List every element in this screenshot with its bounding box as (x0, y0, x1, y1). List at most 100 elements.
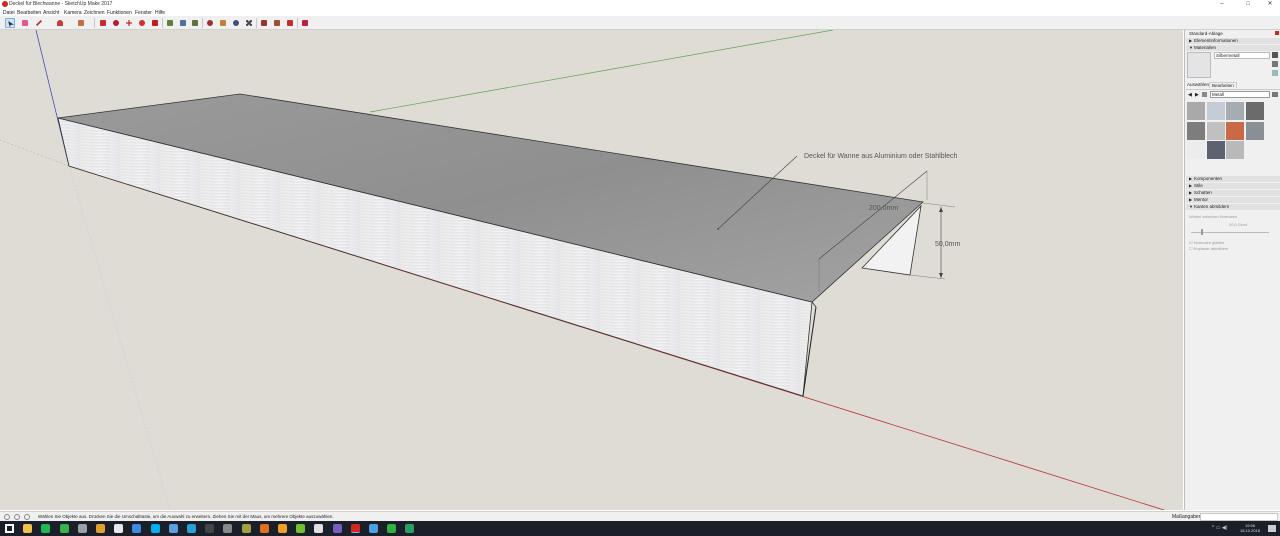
app-orange2-icon[interactable] (278, 524, 287, 533)
warehouse-button[interactable] (259, 18, 269, 28)
measurements-label: Maßangaben (1172, 514, 1202, 520)
details-icon[interactable] (1272, 92, 1278, 97)
line-tool-button[interactable] (34, 18, 44, 28)
app-orange-icon[interactable] (259, 524, 269, 533)
file-explorer-icon[interactable] (23, 524, 33, 533)
toolbar-separator (256, 18, 257, 28)
material-name-field[interactable]: Silbermetall (1214, 52, 1270, 59)
material-swatch[interactable] (1245, 102, 1264, 120)
app-lime-icon[interactable] (296, 524, 306, 533)
app-gray-icon[interactable] (77, 524, 87, 533)
material-swatch[interactable] (1187, 141, 1205, 159)
offset-tool-button[interactable] (111, 18, 121, 28)
orbit-tool-icon (207, 20, 213, 26)
select-tool-button[interactable] (5, 18, 15, 28)
width-dimension-text[interactable]: 200,0mm (869, 205, 898, 212)
tray-section-4[interactable]: ▼Kanten abmildern (1186, 204, 1280, 210)
material-swatch[interactable] (1226, 141, 1244, 159)
material-swatch[interactable] (1245, 121, 1264, 140)
measurements-input[interactable] (1200, 513, 1278, 521)
tray-section-1[interactable]: ▶ Stile (1186, 183, 1280, 189)
smooth-normals-checkbox[interactable]: ☑ Normalen glätten (1189, 240, 1224, 245)
zoom-extents-tool-button[interactable] (244, 18, 254, 28)
material-swatch[interactable] (1206, 102, 1225, 120)
notification-icon[interactable] (1268, 525, 1276, 532)
app-white-icon[interactable] (314, 524, 324, 533)
app-purple-icon[interactable] (332, 524, 342, 533)
minimize-button[interactable]: – (1212, 0, 1232, 9)
app-dark-icon[interactable] (205, 524, 215, 533)
maximize-button[interactable]: □ (1238, 0, 1258, 9)
app-lightblue-icon[interactable] (168, 524, 178, 533)
eraser-tool-button[interactable] (20, 18, 30, 28)
orbit-tool-button[interactable] (205, 18, 215, 28)
materials-section-header[interactable]: ▼Materialien (1186, 45, 1280, 51)
material-swatch[interactable] (1187, 121, 1205, 140)
tray-section-0[interactable]: ▶ Komponenten (1186, 176, 1280, 182)
app-olive-icon[interactable] (241, 524, 251, 533)
edge-icon[interactable] (405, 524, 415, 533)
sketchup-icon[interactable] (350, 524, 360, 533)
material-swatch[interactable] (1187, 102, 1205, 120)
material-swatch[interactable] (1226, 121, 1244, 140)
app-green2-icon[interactable] (387, 524, 397, 533)
model-canvas[interactable]: Deckel für Wanne aus Aluminium oder Stah… (0, 30, 1183, 510)
forward-icon[interactable]: ▶ (1195, 92, 1199, 98)
arc-tool-button[interactable] (55, 18, 65, 28)
material-swatch[interactable] (1226, 102, 1244, 120)
material-swatch[interactable] (1206, 141, 1225, 159)
spotify-icon[interactable] (41, 524, 51, 533)
app-green-icon[interactable] (59, 524, 69, 533)
create-material-icon[interactable] (1272, 61, 1278, 67)
app-check-icon[interactable] (369, 524, 378, 533)
material-category-select[interactable]: Metall (1210, 91, 1270, 98)
soften-angle-value: 20,0 Grad (1229, 222, 1247, 227)
drawing-viewport[interactable]: Deckel für Wanne aus Aluminium oder Stah… (0, 30, 1183, 510)
shape-tool-button[interactable] (76, 18, 86, 28)
lock-icon[interactable] (1272, 52, 1278, 58)
soften-angle-slider-thumb[interactable] (1201, 229, 1203, 235)
move-tool-button[interactable] (124, 18, 134, 28)
rotate-tool-button[interactable] (137, 18, 147, 28)
system-tray-icons[interactable]: ^ ▭ ◀) (1212, 525, 1227, 531)
pan-tool-button[interactable] (218, 18, 228, 28)
tab-bearbeiten[interactable]: Bearbeiten (1209, 82, 1237, 88)
push-pull-tool-button[interactable] (98, 18, 108, 28)
tray-section-3[interactable]: ▶ Mentor (1186, 197, 1280, 203)
back-icon[interactable]: ◀ (1188, 92, 1192, 98)
material-swatch[interactable] (1206, 121, 1225, 140)
extension-warehouse-button[interactable] (272, 18, 282, 28)
credits-icon[interactable] (14, 514, 20, 520)
model-annotation-text[interactable]: Deckel für Wanne aus Aluminium oder Stah… (804, 153, 958, 160)
clock[interactable]: 19:56 18.10.2018 (1238, 523, 1262, 533)
tray-section-2[interactable]: ▶ Schatten (1186, 190, 1280, 196)
tape-measure-tool-button[interactable] (165, 18, 175, 28)
height-dimension-text[interactable]: 50,0mm (935, 241, 960, 248)
soften-coplanar-checkbox[interactable]: ☐ Koplanar abmildern (1189, 246, 1228, 251)
app-blue-icon[interactable] (132, 524, 142, 533)
top-edge-thickness (811, 301, 817, 308)
zoom-tool-button[interactable] (231, 18, 241, 28)
sample-paint-icon[interactable] (1272, 70, 1278, 76)
app-gray2-icon[interactable] (223, 524, 233, 533)
text-tool-button[interactable] (178, 18, 188, 28)
skype-icon[interactable] (150, 524, 160, 533)
scale-tool-button[interactable] (150, 18, 160, 28)
menu-bar: Datei Bearbeiten Ansicht Kamera Zeichnen… (0, 9, 1280, 16)
move-tool-icon (126, 20, 132, 26)
chrome-icon[interactable] (96, 524, 105, 533)
start-icon[interactable] (5, 524, 14, 533)
app-cyan-icon[interactable] (187, 524, 196, 533)
paint-bucket-tool-button[interactable] (190, 18, 200, 28)
tray-close-icon[interactable] (1275, 31, 1279, 35)
geo-location-icon[interactable] (4, 514, 10, 520)
send-to-layout-button[interactable] (285, 18, 295, 28)
extension-manager-button[interactable] (300, 18, 310, 28)
tab-auswaehlen[interactable]: Auswählen (1187, 82, 1209, 87)
sketchup-logo-icon (2, 1, 8, 7)
home-icon[interactable] (1202, 92, 1207, 97)
store-icon[interactable] (114, 524, 124, 533)
close-window-button[interactable]: ✕ (1260, 0, 1280, 9)
instructor-icon[interactable] (24, 514, 30, 520)
entity-info-section-header[interactable]: ▶ Elementinformationen (1186, 38, 1280, 44)
